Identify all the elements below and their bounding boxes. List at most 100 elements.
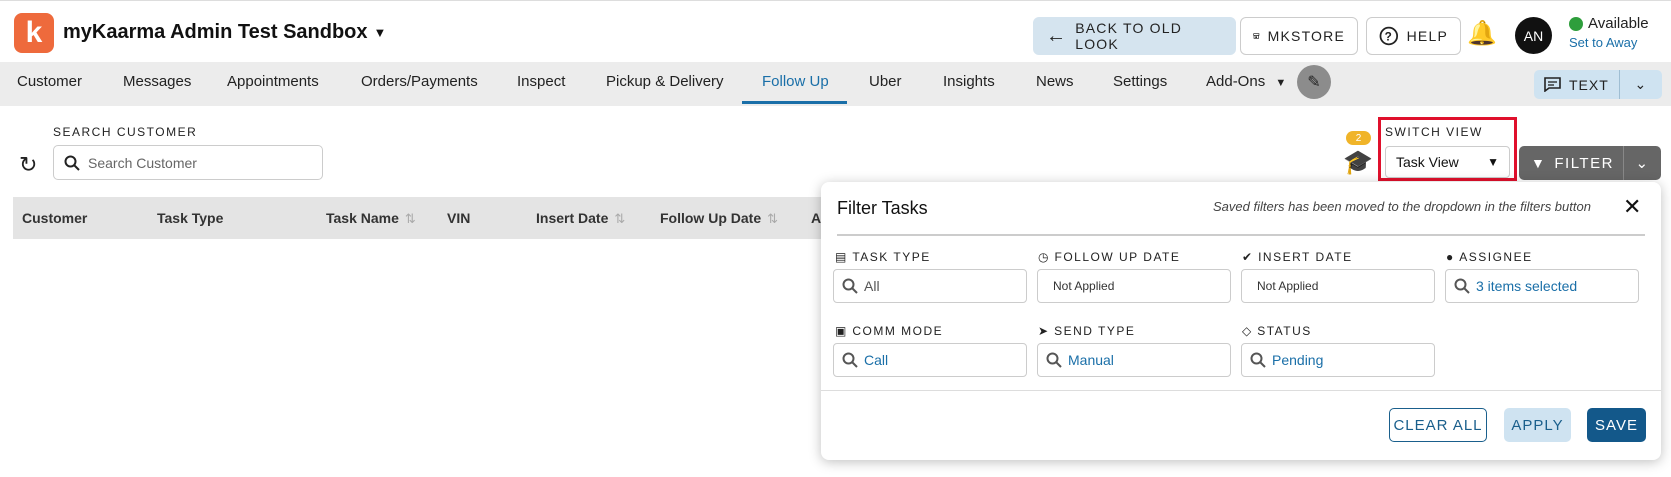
follow-up-date-label-text: FOLLOW UP DATE xyxy=(1054,250,1181,264)
col-task-name[interactable]: Task Name ⇅ xyxy=(326,210,416,227)
comm-mode-field[interactable]: Call xyxy=(833,343,1027,377)
search-icon xyxy=(1250,352,1266,368)
dealer-name: myKaarma Admin Test Sandbox xyxy=(63,21,368,43)
col-task-name-label: Task Name xyxy=(326,210,399,226)
tab-news[interactable]: News xyxy=(1036,73,1074,90)
assignee-label-text: ASSIGNEE xyxy=(1459,250,1533,264)
filter-tasks-panel: Filter Tasks Saved filters has been move… xyxy=(821,182,1661,460)
svg-text:?: ? xyxy=(1385,30,1393,43)
chevron-down-icon[interactable]: ⌄ xyxy=(1624,154,1661,172)
help-label: HELP xyxy=(1406,28,1448,44)
save-button[interactable]: SAVE xyxy=(1587,408,1646,442)
send-type-label-text: SEND TYPE xyxy=(1054,324,1136,338)
send-type-label: ➤ SEND TYPE xyxy=(1038,324,1135,338)
clipboard-icon: ▤ xyxy=(835,250,847,264)
search-placeholder: Search Customer xyxy=(88,154,197,171)
follow-up-date-label: ◷ FOLLOW UP DATE xyxy=(1038,250,1180,264)
chevron-down-icon: ▼ xyxy=(1487,155,1499,169)
search-icon xyxy=(842,278,858,294)
calendar-check-icon: ✔ xyxy=(1242,250,1253,264)
search-customer-input[interactable]: Search Customer xyxy=(53,145,323,180)
tab-add-ons[interactable]: Add-Ons ▼ xyxy=(1206,73,1286,90)
switch-view-select[interactable]: Task View ▼ xyxy=(1385,146,1510,178)
tab-customer[interactable]: Customer xyxy=(17,73,82,90)
search-icon xyxy=(1046,352,1062,368)
set-to-away-link[interactable]: Set to Away xyxy=(1569,35,1637,50)
col-follow-up-date-label: Follow Up Date xyxy=(660,210,762,226)
status-label: ◇ STATUS xyxy=(1242,324,1312,338)
assignee-value: 3 items selected xyxy=(1476,278,1578,294)
insert-date-label-text: INSERT DATE xyxy=(1258,250,1353,264)
search-icon xyxy=(842,352,858,368)
assignee-field[interactable]: 3 items selected xyxy=(1445,269,1639,303)
edit-pencil-icon[interactable]: ✎ xyxy=(1297,65,1331,99)
sort-icon[interactable]: ⇅ xyxy=(767,211,778,226)
person-icon: ● xyxy=(1446,250,1454,264)
dealer-selector[interactable]: myKaarma Admin Test Sandbox ▼ xyxy=(63,21,386,44)
chevron-down-icon[interactable]: ⌄ xyxy=(1620,76,1662,93)
text-label: TEXT xyxy=(1569,76,1609,93)
main-nav: Customer Messages Appointments Orders/Pa… xyxy=(0,62,1671,106)
filter-main[interactable]: ▼ FILTER xyxy=(1519,146,1624,180)
caret-down-icon: ▼ xyxy=(1275,77,1287,89)
col-task-type[interactable]: Task Type xyxy=(157,210,223,226)
col-insert-date[interactable]: Insert Date ⇅ xyxy=(536,210,625,227)
sort-icon[interactable]: ⇅ xyxy=(614,211,625,226)
refresh-icon[interactable]: ↻ xyxy=(19,152,37,178)
follow-up-date-field[interactable]: Not Applied xyxy=(1037,269,1231,303)
status-field[interactable]: Pending xyxy=(1241,343,1435,377)
help-button[interactable]: ? HELP xyxy=(1366,17,1461,55)
sort-icon[interactable]: ⇅ xyxy=(405,211,416,226)
help-icon: ? xyxy=(1379,26,1399,46)
task-type-label-text: TASK TYPE xyxy=(852,250,931,264)
add-ons-label: Add-Ons xyxy=(1206,73,1266,90)
back-to-old-look-button[interactable]: ← BACK TO OLD LOOK xyxy=(1033,17,1236,55)
calendar-clock-icon: ◷ xyxy=(1038,250,1049,264)
status-label: Available xyxy=(1588,15,1649,32)
close-icon[interactable]: ✕ xyxy=(1623,194,1641,220)
col-follow-up-date[interactable]: Follow Up Date ⇅ xyxy=(660,210,778,227)
tab-insights[interactable]: Insights xyxy=(943,73,995,90)
panel-note: Saved filters has been moved to the drop… xyxy=(1213,199,1591,214)
text-button[interactable]: TEXT ⌄ xyxy=(1534,70,1662,99)
tab-messages[interactable]: Messages xyxy=(123,73,191,90)
tab-settings[interactable]: Settings xyxy=(1113,73,1167,90)
apply-button[interactable]: APPLY xyxy=(1504,408,1571,442)
tab-uber[interactable]: Uber xyxy=(869,73,902,90)
avatar[interactable]: AN xyxy=(1515,17,1552,54)
tab-appointments[interactable]: Appointments xyxy=(227,73,319,90)
graduation-cap-icon[interactable]: 🎓 xyxy=(1343,148,1373,177)
tab-follow-up[interactable]: Follow Up xyxy=(762,73,829,90)
status-value: Pending xyxy=(1272,352,1324,368)
send-type-value: Manual xyxy=(1068,352,1114,368)
send-icon: ➤ xyxy=(1038,324,1049,338)
back-label: BACK TO OLD LOOK xyxy=(1075,20,1183,52)
store-icon xyxy=(1253,33,1260,39)
col-assignee[interactable]: A xyxy=(811,210,821,226)
task-type-value: All xyxy=(864,278,880,294)
switch-view-value: Task View xyxy=(1396,154,1459,170)
task-type-field[interactable]: All xyxy=(833,269,1027,303)
divider xyxy=(821,390,1661,391)
mykaarma-logo[interactable]: k xyxy=(14,13,54,53)
col-insert-date-label: Insert Date xyxy=(536,210,609,226)
mkstore-button[interactable]: MKSTORE xyxy=(1240,17,1358,55)
chat-bubble-icon: ▣ xyxy=(835,324,847,338)
training-count-badge: 2 xyxy=(1346,131,1371,145)
insert-date-field[interactable]: Not Applied xyxy=(1241,269,1435,303)
col-customer[interactable]: Customer xyxy=(22,210,87,226)
task-type-label: ▤ TASK TYPE xyxy=(835,250,931,264)
tab-orders-payments[interactable]: Orders/Payments xyxy=(361,73,478,90)
funnel-icon: ▼ xyxy=(1531,155,1547,171)
insert-date-label: ✔ INSERT DATE xyxy=(1242,250,1353,264)
send-type-field[interactable]: Manual xyxy=(1037,343,1231,377)
text-send-button[interactable]: TEXT xyxy=(1534,70,1620,99)
arrow-left-icon: ← xyxy=(1046,24,1068,47)
tab-pickup-delivery[interactable]: Pickup & Delivery xyxy=(606,73,724,90)
tab-inspect[interactable]: Inspect xyxy=(517,73,565,90)
filter-button[interactable]: ▼ FILTER ⌄ xyxy=(1519,146,1661,180)
bell-icon[interactable]: 🔔 xyxy=(1467,19,1497,48)
clear-all-button[interactable]: CLEAR ALL xyxy=(1389,408,1487,442)
search-icon xyxy=(64,155,80,171)
col-vin[interactable]: VIN xyxy=(447,210,470,226)
